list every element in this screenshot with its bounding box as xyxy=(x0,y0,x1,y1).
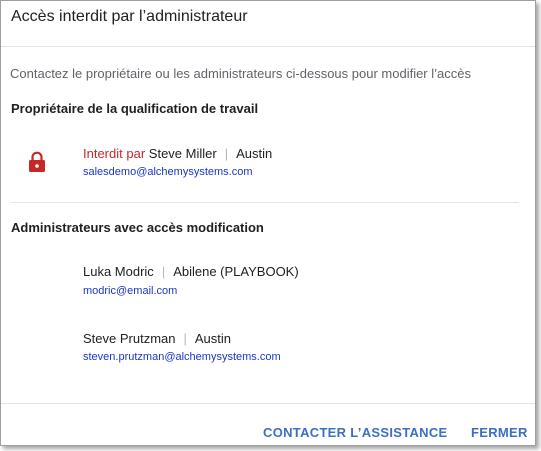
close-button[interactable]: FERMER xyxy=(471,425,528,440)
footer-divider xyxy=(1,403,535,404)
access-denied-dialog: Accès interdit par l’administrateur Cont… xyxy=(0,0,536,446)
owner-section-heading: Propriétaire de la qualification de trav… xyxy=(11,101,259,116)
contact-support-button[interactable]: CONTACTER L’ASSISTANCE xyxy=(263,425,448,440)
admin-email[interactable]: steven.prutzman@alchemysystems.com xyxy=(83,351,281,363)
separator: | xyxy=(224,146,229,161)
admins-section-heading: Administrateurs avec accès modification xyxy=(11,220,264,235)
header-divider xyxy=(1,46,535,47)
dialog-subtitle: Contactez le propriétaire ou les adminis… xyxy=(10,66,471,81)
admin-location: Abilene (PLAYBOOK) xyxy=(173,264,299,279)
admin-email[interactable]: modric@email.com xyxy=(83,285,177,297)
lock-icon xyxy=(29,151,45,172)
separator: | xyxy=(183,331,187,346)
owner-name: Steve Miller xyxy=(148,146,217,161)
admin-line: Luka Modric | Abilene (PLAYBOOK) xyxy=(83,264,299,279)
owner-email[interactable]: salesdemo@alchemysystems.com xyxy=(83,166,253,178)
owner-location: Austin xyxy=(236,146,273,161)
forbidden-by-label: Interdit par xyxy=(83,146,146,161)
owner-line: Interdit par Steve Miller | Austin xyxy=(83,146,272,161)
admin-line: Steve Prutzman | Austin xyxy=(83,331,231,346)
section-divider xyxy=(11,202,519,203)
separator: | xyxy=(161,264,166,279)
admin-name: Steve Prutzman xyxy=(83,331,176,346)
admin-name: Luka Modric xyxy=(83,264,154,279)
dialog-title: Accès interdit par l’administrateur xyxy=(11,8,248,25)
admin-location: Austin xyxy=(194,331,232,346)
